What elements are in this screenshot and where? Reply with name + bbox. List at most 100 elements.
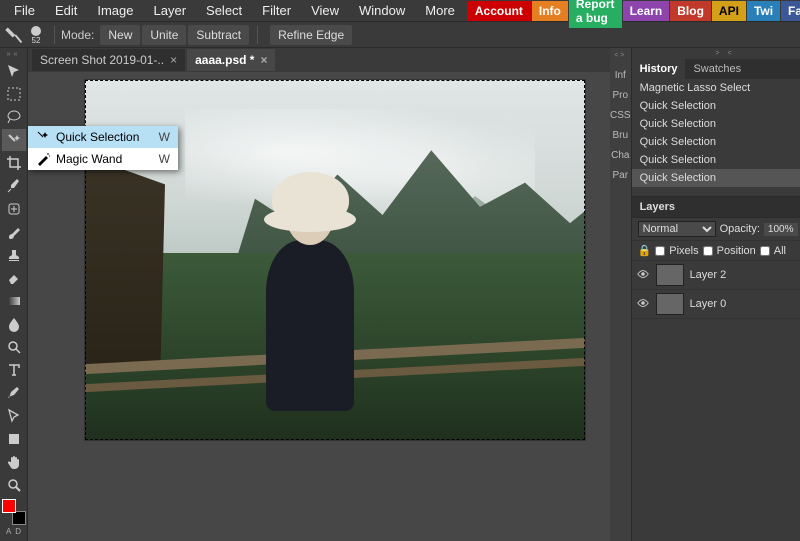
mini-panel-bru[interactable]: Bru bbox=[610, 125, 631, 145]
options-bar: 52 Mode: NewUniteSubtract Refine Edge bbox=[0, 22, 800, 48]
swap-colors-indicator[interactable]: A bbox=[6, 527, 11, 536]
lock-position-checkbox[interactable] bbox=[703, 246, 713, 256]
layer-thumbnail[interactable] bbox=[656, 293, 684, 315]
layer-name[interactable]: Layer 2 bbox=[690, 269, 727, 281]
panel-handle[interactable]: > < bbox=[632, 48, 800, 59]
lasso-tool[interactable] bbox=[2, 106, 26, 128]
flyout-item-shortcut: W bbox=[159, 130, 170, 144]
link-twi[interactable]: Twi bbox=[747, 1, 780, 21]
history-item[interactable]: Quick Selection bbox=[632, 115, 800, 133]
menu-layer[interactable]: Layer bbox=[144, 0, 197, 21]
brush-size-value: 52 bbox=[32, 37, 41, 45]
tool-preset-icon[interactable] bbox=[4, 24, 24, 46]
wand-tool[interactable] bbox=[2, 129, 26, 151]
document-tab-bar: Screen Shot 2019-01-.. × aaaa.psd * × bbox=[28, 48, 610, 72]
mini-panel-handle[interactable]: <> bbox=[614, 52, 626, 59]
layer-row[interactable]: Layer 2 bbox=[632, 261, 800, 290]
link-report[interactable]: Report a bug bbox=[569, 0, 622, 28]
gradient-tool[interactable] bbox=[2, 290, 26, 312]
document-tab[interactable]: Screen Shot 2019-01-.. × bbox=[32, 49, 185, 71]
history-item[interactable]: Quick Selection bbox=[632, 151, 800, 169]
color-swatches[interactable] bbox=[2, 499, 26, 525]
crop-tool[interactable] bbox=[2, 152, 26, 174]
layer-visibility-icon[interactable] bbox=[636, 267, 650, 284]
blur-tool[interactable] bbox=[2, 313, 26, 335]
menu-more[interactable]: More bbox=[415, 0, 465, 21]
document-tab-label: Screen Shot 2019-01-.. bbox=[40, 53, 164, 67]
lock-all-label: All bbox=[774, 245, 786, 257]
mini-panel-inf[interactable]: Inf bbox=[610, 65, 631, 85]
history-item[interactable]: Quick Selection bbox=[632, 169, 800, 187]
layer-row[interactable]: Layer 0 bbox=[632, 290, 800, 319]
mode-unite-button[interactable]: Unite bbox=[142, 25, 186, 45]
lock-pixels-checkbox[interactable] bbox=[655, 246, 665, 256]
link-learn[interactable]: Learn bbox=[623, 1, 670, 21]
mode-label: Mode: bbox=[61, 28, 94, 42]
flyout-item-magic-wand[interactable]: Magic WandW bbox=[28, 148, 178, 170]
link-api[interactable]: API bbox=[712, 1, 746, 21]
panel-tab-swatches[interactable]: Swatches bbox=[685, 59, 749, 79]
blend-mode-select[interactable]: Normal bbox=[638, 221, 716, 237]
stamp-tool[interactable] bbox=[2, 244, 26, 266]
canvas-area[interactable]: Quick SelectionWMagic WandW bbox=[28, 72, 610, 541]
background-color-swatch[interactable] bbox=[12, 511, 26, 525]
close-tab-icon[interactable]: × bbox=[260, 53, 267, 67]
menu-filter[interactable]: Filter bbox=[252, 0, 301, 21]
brush-tool[interactable] bbox=[2, 221, 26, 243]
dodge-tool[interactable] bbox=[2, 336, 26, 358]
brush-preview-icon[interactable]: 52 bbox=[26, 24, 46, 46]
menu-file[interactable]: File bbox=[4, 0, 45, 21]
default-colors-indicator[interactable]: D bbox=[15, 527, 21, 536]
menu-image[interactable]: Image bbox=[87, 0, 143, 21]
layer-name[interactable]: Layer 0 bbox=[690, 298, 727, 310]
mini-panel-pro[interactable]: Pro bbox=[610, 85, 631, 105]
document-tab-label: aaaa.psd * bbox=[195, 53, 254, 67]
hand-tool[interactable] bbox=[2, 451, 26, 473]
layer-thumbnail[interactable] bbox=[656, 264, 684, 286]
heal-tool[interactable] bbox=[2, 198, 26, 220]
lock-all-checkbox[interactable] bbox=[760, 246, 770, 256]
shape-tool[interactable] bbox=[2, 428, 26, 450]
refine-edge-button[interactable]: Refine Edge bbox=[270, 25, 352, 45]
mini-panel-par[interactable]: Par bbox=[610, 165, 631, 185]
mini-panel-css[interactable]: CSS bbox=[610, 105, 631, 125]
tool-flyout-menu: Quick SelectionWMagic WandW bbox=[28, 126, 178, 170]
right-panels: <> InfProCSSBruChaPar > < HistorySwatche… bbox=[610, 48, 800, 541]
marquee-tool[interactable] bbox=[2, 83, 26, 105]
history-item[interactable]: Quick Selection bbox=[632, 133, 800, 151]
eraser-tool[interactable] bbox=[2, 267, 26, 289]
type-tool[interactable] bbox=[2, 359, 26, 381]
document-tab[interactable]: aaaa.psd * × bbox=[187, 49, 275, 71]
menu-select[interactable]: Select bbox=[196, 0, 252, 21]
menu-account[interactable]: Account bbox=[467, 1, 531, 21]
foreground-color-swatch[interactable] bbox=[2, 499, 16, 513]
menu-view[interactable]: View bbox=[301, 0, 349, 21]
pen-tool[interactable] bbox=[2, 382, 26, 404]
flyout-item-quick-selection[interactable]: Quick SelectionW bbox=[28, 126, 178, 148]
move-tool[interactable] bbox=[2, 60, 26, 82]
mode-new-button[interactable]: New bbox=[100, 25, 140, 45]
link-blog[interactable]: Blog bbox=[670, 1, 711, 21]
history-item[interactable]: Magnetic Lasso Select bbox=[632, 79, 800, 97]
lock-pixels-label: Pixels bbox=[669, 245, 698, 257]
layers-panel: Layers Normal Opacity: 100% ▼ 🔒 Pixels P… bbox=[632, 197, 800, 541]
opacity-value[interactable]: 100% bbox=[764, 223, 798, 236]
mini-panel-cha[interactable]: Cha bbox=[610, 145, 631, 165]
path-select-tool[interactable] bbox=[2, 405, 26, 427]
layer-visibility-icon[interactable] bbox=[636, 296, 650, 313]
menu-edit[interactable]: Edit bbox=[45, 0, 87, 21]
tool-column-handle[interactable]: »« bbox=[3, 51, 25, 57]
history-item[interactable]: Quick Selection bbox=[632, 97, 800, 115]
zoom-tool[interactable] bbox=[2, 474, 26, 496]
collapsed-panel-strip: <> InfProCSSBruChaPar bbox=[610, 48, 632, 541]
flyout-item-label: Magic Wand bbox=[56, 152, 122, 166]
panel-tab-history[interactable]: History bbox=[632, 59, 686, 79]
close-tab-icon[interactable]: × bbox=[170, 53, 177, 67]
menu-window[interactable]: Window bbox=[349, 0, 415, 21]
link-fb[interactable]: Facebook bbox=[781, 1, 800, 21]
eyedropper-tool[interactable] bbox=[2, 175, 26, 197]
link-info[interactable]: Info bbox=[532, 1, 568, 21]
workspace: Screen Shot 2019-01-.. × aaaa.psd * × Quick… bbox=[28, 48, 610, 541]
tool-column: »« A D bbox=[0, 48, 28, 541]
mode-subtract-button[interactable]: Subtract bbox=[188, 25, 249, 45]
